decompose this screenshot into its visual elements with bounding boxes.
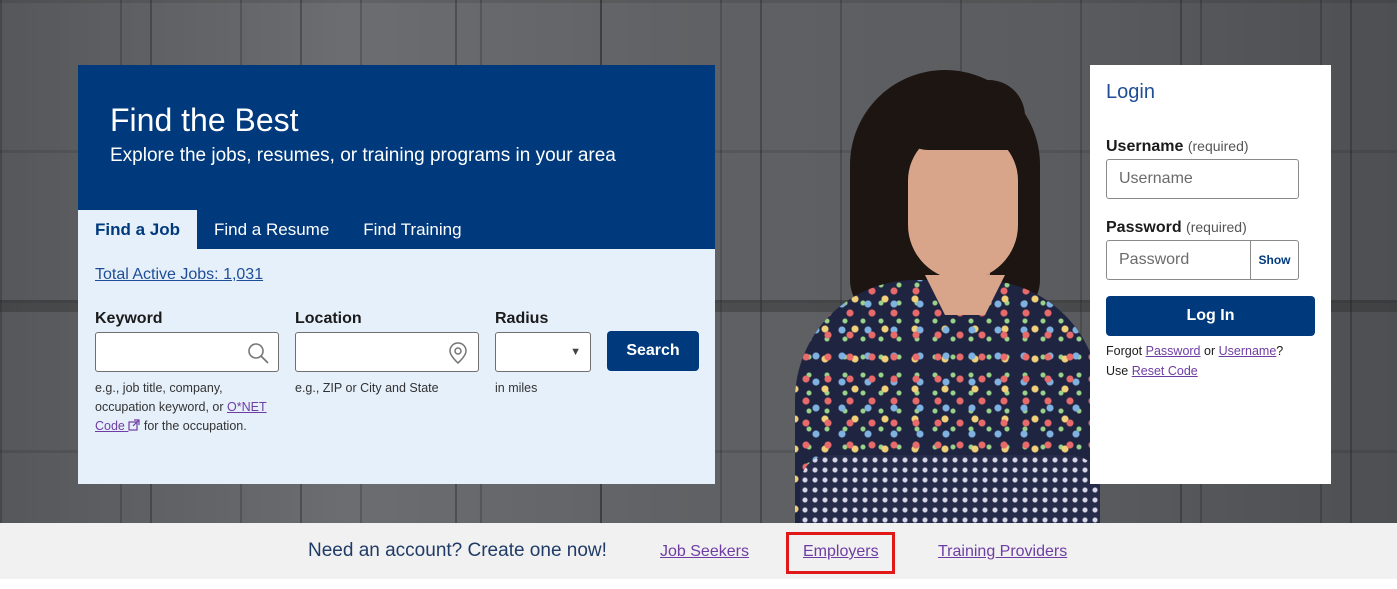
username-label: Username (required) [1106,138,1249,155]
tab-find-a-job[interactable]: Find a Job [78,210,197,249]
show-password-button[interactable]: Show [1251,240,1299,280]
create-account-text: Need an account? Create one now! [308,540,607,561]
search-panel: Find the Best Explore the jobs, resumes,… [78,65,715,484]
search-button[interactable]: Search [607,331,699,371]
search-title: Find the Best [110,102,299,138]
login-title: Login [1106,81,1155,103]
location-hint: e.g., ZIP or City and State [295,381,439,395]
hero-person-image [790,70,1100,523]
password-input[interactable]: Password [1106,240,1251,280]
forgot-username-link[interactable]: Username [1219,344,1277,358]
login-panel: Login Username (required) Username Passw… [1090,65,1331,484]
chevron-down-icon: ▼ [570,346,581,358]
username-input[interactable]: Username [1106,159,1299,199]
radius-select[interactable]: ▼ [495,332,591,372]
total-active-jobs-link[interactable]: Total Active Jobs: 1,031 [95,266,263,283]
radius-field-group: Radius ▼ in miles [495,310,591,398]
keyword-hint: e.g., job title, company, occupation key… [95,381,267,433]
location-field-group: Location e.g., ZIP or City and State [295,310,479,398]
training-providers-link[interactable]: Training Providers [938,543,1067,561]
search-icon [248,343,269,364]
search-subtitle: Explore the jobs, resumes, or training p… [110,145,616,166]
keyword-field-group: Keyword e.g., job title, company, occupa… [95,310,279,436]
radius-label: Radius [495,310,549,327]
radius-hint: in miles [495,381,538,395]
tab-find-a-resume[interactable]: Find a Resume [197,210,346,249]
employers-highlight-box [786,532,895,574]
forgot-password-link[interactable]: Password [1146,344,1201,358]
location-input[interactable] [295,332,479,372]
keyword-input[interactable] [95,332,279,372]
keyword-label: Keyword [95,310,163,327]
location-label: Location [295,310,362,327]
password-label: Password (required) [1106,219,1247,236]
account-bar: Need an account? Create one now! Job See… [0,523,1397,579]
reset-code-link[interactable]: Reset Code [1132,364,1198,378]
map-pin-icon [449,342,467,364]
tab-find-training[interactable]: Find Training [346,210,478,249]
job-seekers-link[interactable]: Job Seekers [660,543,749,561]
search-tabs: Find a Job Find a Resume Find Training [78,210,479,249]
forgot-credentials-text: Forgot Password or Username? Use Reset C… [1106,344,1284,378]
external-link-icon [128,419,140,431]
log-in-button[interactable]: Log In [1106,296,1315,336]
